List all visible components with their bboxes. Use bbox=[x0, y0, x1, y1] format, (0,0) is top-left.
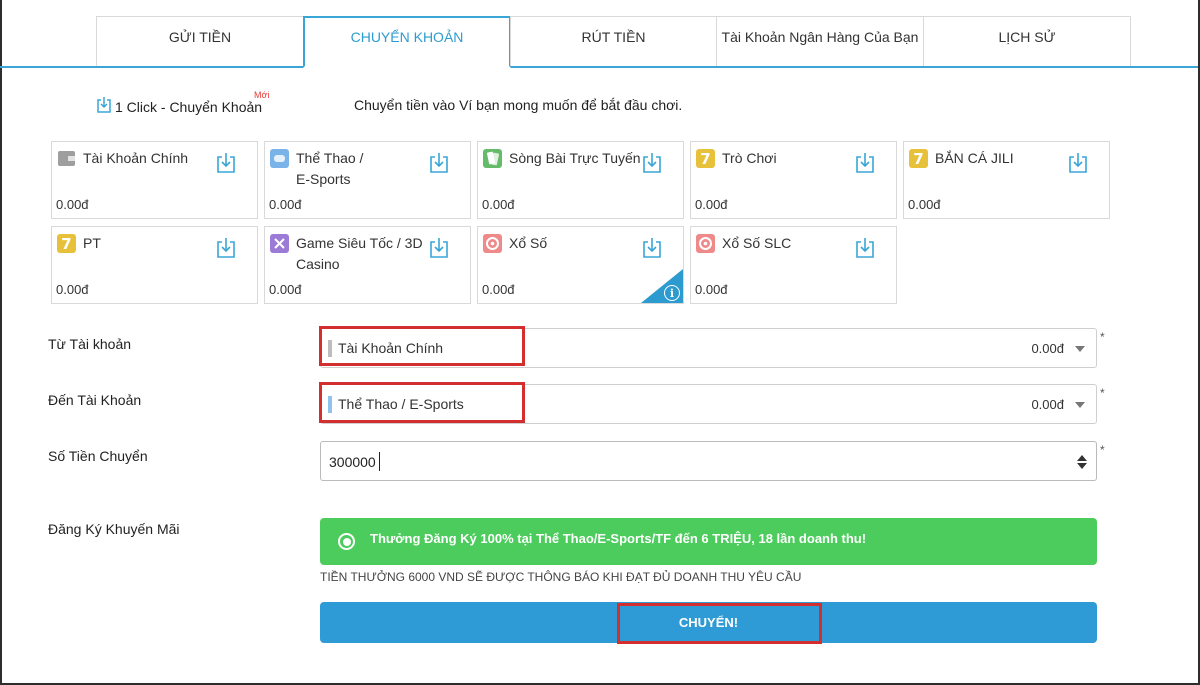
amount-label: Số Tiền Chuyển bbox=[48, 448, 148, 464]
slot-seven-icon: 7 bbox=[57, 234, 76, 253]
to-account-label: Đến Tài Khoản bbox=[48, 392, 142, 408]
text-cursor bbox=[379, 452, 380, 471]
wallet-card[interactable]: Sòng Bài Trực Tuyến 0.00đ bbox=[477, 141, 684, 219]
game-icon bbox=[270, 234, 289, 253]
new-badge: Mới bbox=[254, 90, 270, 100]
wallet-icon bbox=[57, 149, 76, 168]
download-icon[interactable] bbox=[215, 237, 237, 264]
radio-selected-icon[interactable] bbox=[338, 533, 355, 550]
chevron-down-icon bbox=[1075, 346, 1085, 352]
download-icon[interactable] bbox=[854, 237, 876, 264]
wallet-card[interactable]: Xổ Số 0.00đ i bbox=[477, 226, 684, 304]
download-icon[interactable] bbox=[641, 237, 663, 264]
wallet-name: Xổ Số SLC bbox=[722, 235, 792, 251]
wallet-card[interactable]: Thể Thao / E-Sports 0.00đ bbox=[264, 141, 471, 219]
from-account-label: Từ Tài khoản bbox=[48, 336, 132, 352]
wallet-card[interactable]: Game Siêu Tốc / 3D Casino 0.00đ bbox=[264, 226, 471, 304]
promo-note: TIỀN THƯỞNG 6000 VND SẼ ĐƯỢC THÔNG BÁO K… bbox=[320, 570, 802, 584]
lottery-icon bbox=[696, 234, 715, 253]
wallet-amount: 0.00đ bbox=[695, 282, 728, 297]
download-icon bbox=[96, 96, 112, 117]
wallet-amount: 0.00đ bbox=[269, 197, 302, 212]
wallet-name: Tài Khoản Chính bbox=[83, 150, 189, 166]
download-icon[interactable] bbox=[1067, 152, 1089, 179]
lottery-icon bbox=[483, 234, 502, 253]
tab-transfer[interactable]: CHUYỂN KHOẢN bbox=[303, 16, 511, 68]
download-icon[interactable] bbox=[428, 152, 450, 179]
wallet-amount: 0.00đ bbox=[908, 197, 941, 212]
svg-text:7: 7 bbox=[61, 235, 71, 253]
promo-label: Đăng Ký Khuyến Mãi bbox=[48, 521, 180, 537]
promo-option[interactable]: Thưởng Đăng Ký 100% tại Thể Thao/E-Sport… bbox=[320, 518, 1097, 565]
tab-bank-account[interactable]: Tài Khoản Ngân Hàng Của Bạn bbox=[716, 16, 924, 66]
highlight-box bbox=[319, 326, 525, 366]
tab-bar: GỬI TIỀN CHUYỂN KHOẢN RÚT TIỀN Tài Khoản… bbox=[0, 0, 1198, 68]
number-stepper[interactable] bbox=[1077, 453, 1087, 471]
wallet-amount: 0.00đ bbox=[56, 282, 89, 297]
stepper-up-icon[interactable] bbox=[1077, 455, 1087, 461]
from-account-amount: 0.00đ bbox=[1031, 341, 1064, 356]
wallet-amount: 0.00đ bbox=[482, 197, 515, 212]
svg-text:7: 7 bbox=[913, 150, 923, 168]
svg-text:7: 7 bbox=[700, 150, 710, 168]
tab-history[interactable]: LỊCH SỬ bbox=[923, 16, 1131, 66]
chevron-down-icon bbox=[1075, 402, 1085, 408]
wallet-card[interactable]: 7 BẮN CÁ JILI 0.00đ bbox=[903, 141, 1110, 219]
wallet-amount: 0.00đ bbox=[482, 282, 515, 297]
wallet-name: Sòng Bài Trực Tuyến bbox=[509, 150, 641, 166]
wallet-card[interactable]: Tài Khoản Chính 0.00đ bbox=[51, 141, 258, 219]
download-icon[interactable] bbox=[428, 237, 450, 264]
wallet-name: BẮN CÁ JILI bbox=[935, 150, 1014, 166]
slot-seven-icon: 7 bbox=[909, 149, 928, 168]
amount-input[interactable]: 300000 bbox=[320, 441, 1097, 481]
required-mark: * bbox=[1100, 330, 1105, 344]
download-icon[interactable] bbox=[854, 152, 876, 179]
wallet-name: Trò Chơi bbox=[722, 150, 777, 166]
sports-icon bbox=[270, 149, 289, 168]
tab-deposit[interactable]: GỬI TIỀN bbox=[96, 16, 304, 66]
cards-icon bbox=[483, 149, 502, 168]
download-icon[interactable] bbox=[641, 152, 663, 179]
highlight-box bbox=[617, 603, 822, 644]
stepper-down-icon[interactable] bbox=[1077, 463, 1087, 469]
amount-value: 300000 bbox=[329, 454, 376, 470]
wallet-card[interactable]: 7 PT 0.00đ bbox=[51, 226, 258, 304]
wallet-card[interactable]: Xổ Số SLC 0.00đ bbox=[690, 226, 897, 304]
wallet-amount: 0.00đ bbox=[695, 197, 728, 212]
info-icon[interactable]: i bbox=[664, 285, 680, 301]
wallet-name: Xổ Số bbox=[509, 235, 548, 251]
wallet-card[interactable]: 7 Trò Chơi 0.00đ bbox=[690, 141, 897, 219]
intro-text: Chuyển tiền vào Ví bạn mong muốn để bắt … bbox=[354, 97, 683, 113]
one-click-transfer-link[interactable]: 1 Click - Chuyển Khoản bbox=[96, 96, 262, 117]
wallet-name: PT bbox=[83, 235, 101, 251]
required-mark: * bbox=[1100, 443, 1105, 457]
one-click-label: 1 Click - Chuyển Khoản bbox=[115, 98, 263, 115]
to-account-amount: 0.00đ bbox=[1031, 397, 1064, 412]
highlight-box bbox=[319, 382, 525, 423]
promo-text: Thưởng Đăng Ký 100% tại Thể Thao/E-Sport… bbox=[370, 531, 867, 546]
wallet-name: Thể Thao / E-Sports bbox=[296, 150, 364, 187]
download-icon[interactable] bbox=[215, 152, 237, 179]
wallet-amount: 0.00đ bbox=[56, 197, 89, 212]
wallet-amount: 0.00đ bbox=[269, 282, 302, 297]
slot-seven-icon: 7 bbox=[696, 149, 715, 168]
required-mark: * bbox=[1100, 386, 1105, 400]
tab-withdraw[interactable]: RÚT TIỀN bbox=[510, 16, 717, 66]
wallet-name: Game Siêu Tốc / 3D Casino bbox=[296, 235, 423, 272]
